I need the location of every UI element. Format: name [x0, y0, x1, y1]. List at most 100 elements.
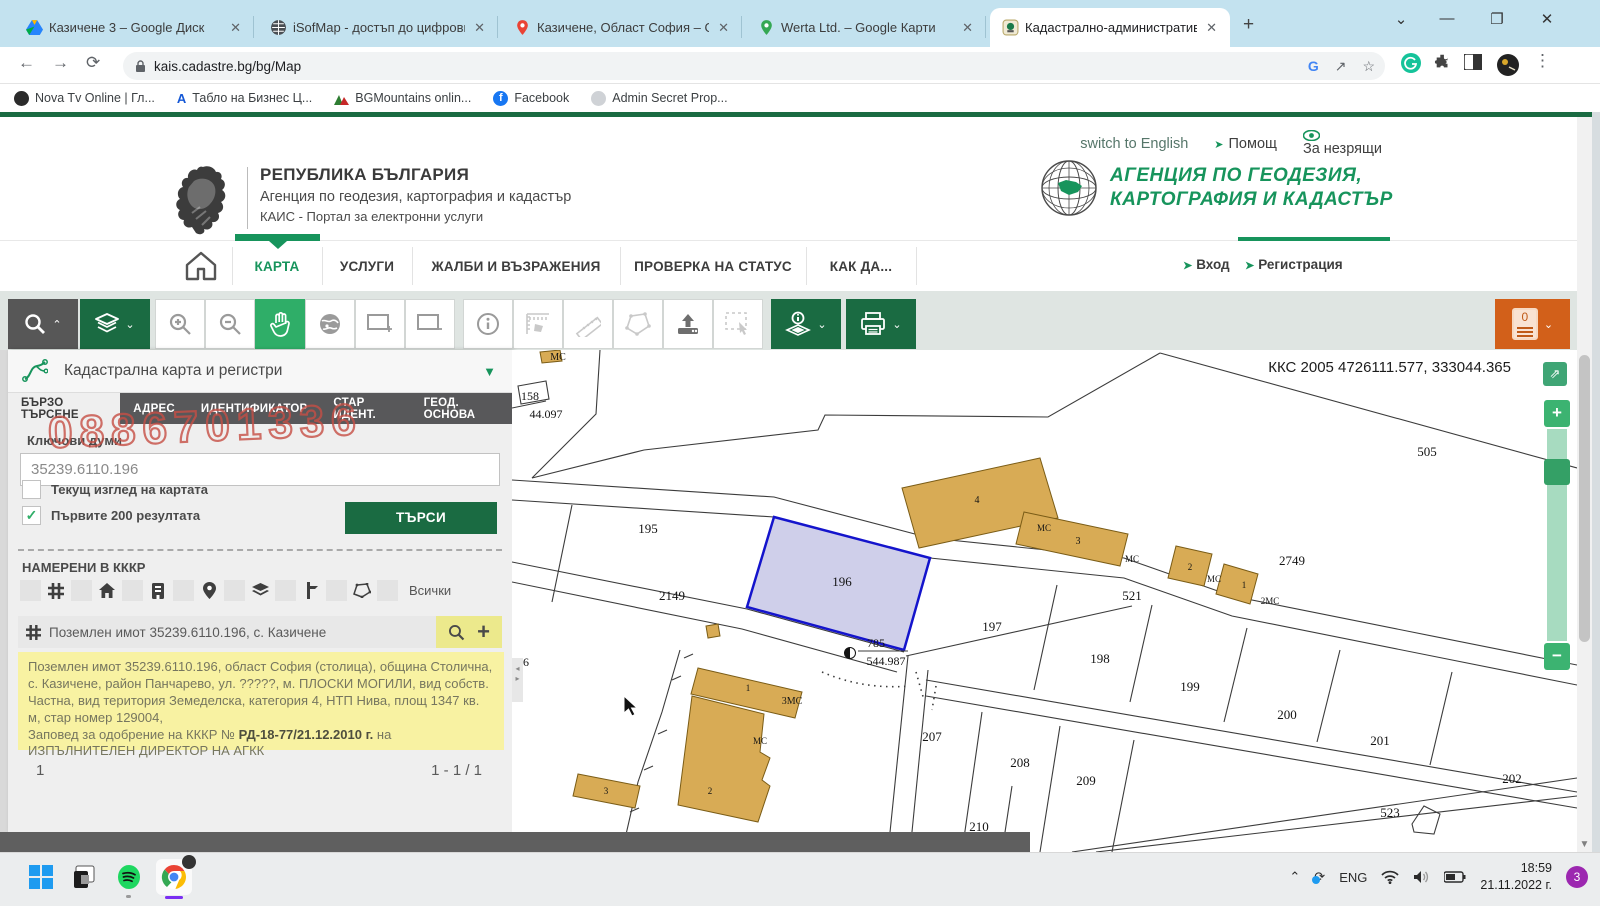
address-bar[interactable]: kais.cadastre.bg/bg/Map G ↗ ☆ — [123, 52, 1385, 80]
filter-checkbox[interactable] — [224, 580, 245, 601]
reload-icon[interactable]: ⟳ — [86, 53, 100, 73]
building-icon[interactable] — [148, 581, 168, 601]
filter-checkbox[interactable] — [173, 580, 194, 601]
checkbox-checked-icon[interactable]: ✓ — [22, 506, 41, 525]
window-close-button[interactable]: ✕ — [1532, 10, 1562, 28]
survey-point-icon[interactable] — [301, 581, 321, 601]
bookmark-item[interactable]: f Facebook — [493, 91, 569, 106]
register-link[interactable]: ➤Регистрация — [1245, 257, 1343, 272]
share-icon[interactable]: ↗ — [1335, 58, 1347, 75]
nav-item-status-check[interactable]: ПРОВЕРКА НА СТАТУС — [620, 241, 806, 292]
speaker-icon[interactable] — [1413, 870, 1430, 884]
browser-tab[interactable]: iSofMap - достъп до цифрови д ✕ — [258, 8, 498, 47]
filter-checkbox[interactable] — [71, 580, 92, 601]
sync-tray-icon[interactable]: ⟳ — [1314, 869, 1325, 885]
extensions-puzzle-icon[interactable] — [1434, 53, 1452, 71]
zoom-in-map-button[interactable]: + — [1544, 400, 1570, 427]
tab-identifier[interactable]: ИДЕНТИФИКАТОР — [188, 393, 321, 424]
help-link[interactable]: ➤Помощ — [1214, 136, 1277, 152]
browser-tab[interactable]: Казичене, Област София – Goog ✕ — [502, 8, 742, 47]
nav-item-complaints[interactable]: ЖАЛБИ И ВЪЗРАЖЕНИЯ — [412, 241, 620, 292]
panel-collapse-handle[interactable]: ◂▸ — [512, 658, 523, 702]
chrome-taskbar-icon[interactable] — [156, 859, 192, 895]
browser-tab[interactable]: Werta Ltd. – Google Карти ✕ — [746, 8, 986, 47]
taskbar-clock[interactable]: 18:59 21.11.2022 г. — [1480, 860, 1552, 894]
google-g-icon[interactable]: G — [1308, 58, 1319, 75]
zoom-out-map-button[interactable]: − — [1544, 643, 1570, 670]
language-indicator[interactable]: ENG — [1339, 870, 1367, 885]
scrollbar-thumb[interactable] — [1579, 355, 1590, 642]
forward-icon[interactable]: → — [52, 53, 69, 73]
tab-quick-search[interactable]: БЪРЗО ТЪРСЕНЕ — [8, 393, 120, 424]
bookmark-item[interactable]: BGMountains onlin... — [334, 91, 471, 105]
info-tool-button[interactable] — [463, 299, 513, 349]
layers-small-icon[interactable] — [250, 581, 270, 601]
filter-checkbox[interactable] — [20, 580, 41, 601]
spotify-icon[interactable] — [114, 862, 144, 892]
bookmark-item[interactable]: Admin Secret Prop... — [591, 91, 727, 106]
switch-to-english-link[interactable]: switch to English — [1080, 136, 1188, 152]
result-row[interactable]: Поземлен имот 35239.6110.196, с. Казичен… — [18, 616, 502, 648]
filter-checkbox[interactable] — [326, 580, 347, 601]
filter-checkbox[interactable] — [377, 580, 398, 601]
filter-checkbox[interactable] — [122, 580, 143, 601]
window-maximize-button[interactable]: ❐ — [1482, 10, 1512, 28]
battery-icon[interactable] — [1444, 871, 1466, 883]
first-200-checkbox-row[interactable]: ✓ Първите 200 резултата — [22, 506, 200, 525]
scrollbar-down-arrow[interactable]: ▼ — [1577, 839, 1592, 850]
filter-checkbox[interactable] — [275, 580, 296, 601]
print-button[interactable]: ⌄ — [846, 299, 916, 349]
start-button[interactable] — [26, 862, 56, 892]
tab-close-icon[interactable]: ✕ — [715, 20, 732, 36]
location-pin-icon[interactable] — [199, 581, 219, 601]
map-search-button[interactable]: ⌃ — [8, 299, 78, 349]
back-icon[interactable]: ← — [18, 53, 35, 73]
layers-button[interactable]: ⌄ — [80, 299, 150, 349]
zoom-rect-in-button[interactable] — [355, 299, 405, 349]
polygon-tool-button[interactable] — [613, 299, 663, 349]
nav-item-services[interactable]: УСЛУГИ — [322, 241, 412, 292]
login-link[interactable]: ➤Вход — [1183, 257, 1230, 272]
new-tab-button[interactable]: + — [1243, 14, 1254, 36]
browser-tab[interactable]: Казичене 3 – Google Диск ✕ — [14, 8, 254, 47]
cart-documents-button[interactable]: 0 ⌄ — [1495, 299, 1570, 349]
grammarly-icon[interactable] — [1400, 52, 1422, 74]
upload-button[interactable] — [663, 299, 713, 349]
house-icon[interactable] — [97, 581, 117, 601]
zoom-slider-handle[interactable] — [1544, 459, 1570, 485]
bookmark-item[interactable]: A Табло на Бизнес Ц... — [177, 91, 312, 106]
tab-old-ident[interactable]: СТАР ИДЕНТ. — [320, 393, 410, 424]
identify-layers-button[interactable]: ⌄ — [771, 299, 841, 349]
tab-close-icon[interactable]: ✕ — [227, 20, 244, 36]
zoom-slider-track[interactable] — [1547, 429, 1567, 641]
page-scrollbar[interactable]: ▼ — [1577, 117, 1592, 852]
zoom-out-button[interactable] — [205, 299, 255, 349]
nav-item-map[interactable]: КАРТА — [232, 241, 322, 292]
tray-expand-icon[interactable]: ⌃ — [1289, 869, 1300, 885]
panel-header[interactable]: Кадастрална карта и регистри ▼ — [8, 350, 512, 393]
bookmark-item[interactable]: Nova Tv Online | Гл... — [14, 91, 155, 106]
checkbox-unchecked-icon[interactable] — [22, 480, 41, 499]
search-submit-button[interactable]: ТЪРСИ — [345, 502, 497, 534]
browser-menu-icon[interactable]: ⋮ — [1534, 51, 1551, 71]
bookmark-star-icon[interactable]: ☆ — [1362, 58, 1375, 75]
filter-all-label[interactable]: Всички — [409, 583, 451, 598]
map-canvas[interactable]: МС15844.09719519621491971981992002012022… — [512, 350, 1577, 852]
browser-tab-active[interactable]: Кадастрално-административна ✕ — [990, 8, 1230, 47]
current-view-checkbox-row[interactable]: Текущ изглед на картата — [22, 480, 208, 499]
pan-tool-button-active[interactable] — [255, 299, 305, 349]
measure-area-button[interactable] — [513, 299, 563, 349]
zoom-rect-out-button[interactable] — [405, 299, 455, 349]
browser-menu-chevron-icon[interactable]: ⌄ — [1386, 10, 1416, 28]
tab-address[interactable]: АДРЕС — [120, 393, 188, 424]
add-result-icon[interactable]: + — [477, 619, 490, 645]
fullscreen-expand-button[interactable]: ⇗ — [1543, 362, 1567, 386]
task-view-button[interactable] — [70, 862, 100, 892]
select-region-button[interactable] — [713, 299, 763, 349]
globe-extent-button[interactable] — [305, 299, 355, 349]
side-panel-icon[interactable] — [1464, 54, 1482, 70]
page-number[interactable]: 1 — [36, 762, 44, 779]
tab-close-icon[interactable]: ✕ — [959, 20, 976, 36]
wifi-icon[interactable] — [1381, 870, 1399, 884]
notification-badge[interactable]: 3 — [1566, 866, 1588, 888]
